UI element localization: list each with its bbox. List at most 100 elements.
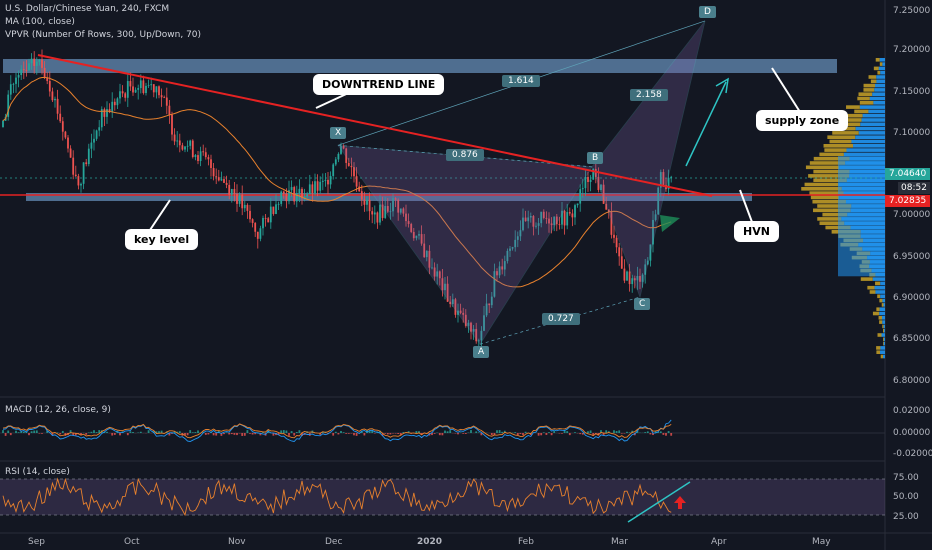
macd-histogram-bar [389,433,392,435]
candle-body [163,97,166,99]
vpvr-bar-up [855,126,885,131]
chart-window[interactable]: U.S. Dollar/Chinese Yuan, 240, FXCM MA (… [0,0,932,550]
macd-histogram-bar [545,433,548,435]
macd-histogram-bar [340,430,342,433]
value-area [838,156,885,277]
candle-body [282,191,285,194]
vpvr-bar-up [883,324,885,329]
rsi-indicator-label[interactable]: RSI (14, close) [5,467,70,477]
candle-body [249,210,251,220]
vpvr-bar-up [843,152,885,157]
level-price-tag: 7.02835 [885,195,931,207]
macd-histogram-bar [295,432,298,433]
macd-histogram-bar [568,433,571,436]
macd-histogram-bar [579,433,582,435]
macd-histogram-bar [355,433,358,436]
candle-body [217,177,220,181]
candle-body [269,206,272,223]
macd-histogram-bar [394,433,397,434]
candle-body [267,218,270,223]
macd-histogram-bar [241,433,244,436]
macd-histogram-bar [95,432,98,433]
vpvr-bar-down [824,148,847,152]
macd-histogram-bar [194,432,197,433]
candle-body [191,140,194,158]
candle-body [80,183,82,186]
macd-histogram-bar [30,431,33,433]
macd-histogram-bar [207,433,210,435]
macd-histogram-bar [298,430,301,433]
symbol-title[interactable]: U.S. Dollar/Chinese Yuan, 240, FXCM [5,4,169,14]
candle-body [259,228,262,239]
macd-histogram-bar [197,430,199,433]
vpvr-bar-up [882,354,885,359]
candle-body [212,167,215,177]
macd-histogram-bar [574,432,576,433]
candle-body [613,234,615,238]
macd-histogram-bar [475,431,478,433]
macd-histogram-bar [498,430,501,433]
ma-indicator-label[interactable]: MA (100, close) [5,17,75,27]
vpvr-bar-down [876,350,881,354]
macd-histogram-bar [204,433,207,435]
macd-histogram-bar [589,430,592,433]
macd-histogram-bar [56,432,59,433]
macd-histogram-bar [251,433,254,435]
vpvr-bar-up [884,328,885,333]
candle-body [251,219,254,223]
chart-canvas[interactable] [0,0,932,550]
x-tick-label: Mar [611,537,628,547]
macd-histogram-bar [464,433,467,434]
macd-histogram-bar [363,433,366,436]
macd-histogram-bar [7,430,10,433]
macd-histogram-bar [665,433,667,436]
macd-histogram-bar [280,430,283,433]
macd-histogram-bar [334,431,337,433]
candle-body [173,134,176,142]
ratio-ac-label: 0.727 [542,313,580,325]
macd-histogram-bar [4,433,7,436]
macd-histogram-bar [501,431,504,433]
candle-body [319,181,322,191]
candle-body [355,176,358,187]
candle-body [256,231,259,239]
supply-zone-callout: supply zone [756,110,849,131]
macd-histogram-bar [90,431,93,433]
vpvr-bar-down [883,341,884,346]
candle-body [82,162,85,184]
macd-indicator-label[interactable]: MACD (12, 26, close, 9) [5,405,111,415]
macd-histogram-bar [132,432,134,433]
candle-body [93,138,95,143]
macd-histogram-bar [35,430,38,433]
vpvr-bar-down [877,333,882,337]
x-tick-label: Dec [325,537,343,547]
candle-body [64,131,67,138]
macd-histogram-bar [2,430,4,433]
candle-body [238,194,241,204]
vpvr-indicator-label[interactable]: VPVR (Number Of Rows, 300, Up/Down, 70) [5,30,201,40]
vpvr-bar-up [880,346,885,350]
macd-histogram-bar [519,433,522,435]
vpvr-bar-down [854,109,869,114]
candle-body [2,120,4,128]
point-a-label: A [473,346,490,358]
macd-histogram-bar [15,430,17,433]
candle-body [116,98,119,106]
ratio-bd-label: 2.158 [630,89,668,101]
macd-histogram-bar [254,433,257,435]
candle-body [308,184,311,195]
macd-y-tick: 0.02000 [893,406,931,416]
candle-body [306,194,309,197]
candle-body [241,194,244,209]
macd-histogram-bar [347,433,350,434]
x-tick-label: Nov [228,537,246,547]
macd-histogram-bar [9,433,12,436]
rsi-y-tick: 75.00 [893,473,919,483]
candle-body [56,98,59,114]
candle-body [119,91,121,99]
ratio-xd-label: 1.614 [502,75,540,87]
macd-histogram-bar [293,433,296,436]
vpvr-bar-down [879,298,883,303]
macd-histogram-bar [449,430,452,433]
y-tick-label: 6.80000 [893,376,931,386]
